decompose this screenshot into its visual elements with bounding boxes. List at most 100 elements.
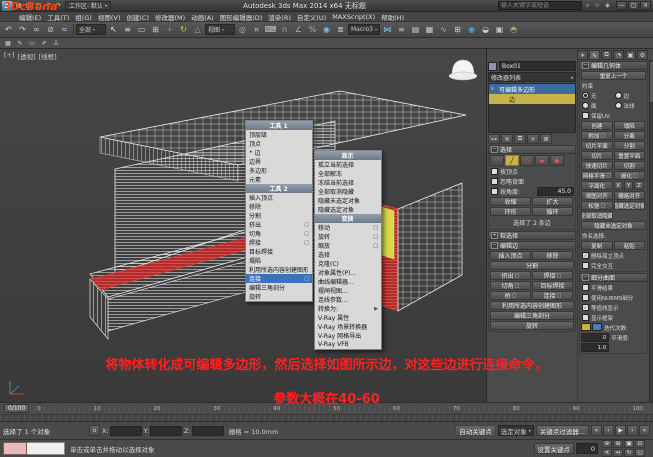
- mirror-icon[interactable]: ⋈: [381, 23, 394, 36]
- quad-menu-item[interactable]: 对象属性(P)...: [315, 268, 381, 277]
- modifier-stack-row[interactable]: ▾ 可编辑多边形: [489, 84, 575, 94]
- edit-geometry-control[interactable]: 重复上一个: [581, 71, 646, 80]
- menu-item[interactable]: 动画(A): [188, 12, 217, 22]
- angle-snap-icon[interactable]: ∠: [292, 23, 305, 36]
- new-scene-icon[interactable]: ▦: [14, 1, 23, 10]
- subdivision-control[interactable]: 使用NURMS细分: [581, 293, 646, 302]
- rollout-header[interactable]: − 细分曲面: [579, 273, 648, 282]
- window-crossing-icon[interactable]: ⊞: [149, 23, 162, 36]
- zoom-all-icon[interactable]: ⊞: [613, 440, 623, 448]
- edit-geometry-control[interactable]: 快速切片: [581, 161, 613, 170]
- edit-edges-button[interactable]: 切角: [490, 281, 531, 290]
- edit-edges-button[interactable]: 旋转: [490, 321, 574, 330]
- edit-geometry-control[interactable]: 无: [581, 91, 613, 100]
- edit-geometry-control[interactable]: 附加: [581, 131, 613, 140]
- y-coordinate-field[interactable]: [150, 426, 182, 436]
- utilities-tab[interactable]: ⚙: [637, 50, 648, 60]
- expand-icon[interactable]: ▾: [491, 86, 497, 92]
- selection-lock-icon[interactable]: ▫: [89, 425, 100, 436]
- maxscript-mini-listener[interactable]: [3, 442, 65, 455]
- workspace-dropdown[interactable]: 工作区: 默认 ▾: [65, 1, 111, 10]
- open-file-icon[interactable]: ◰: [24, 1, 33, 10]
- modifier-list-dropdown[interactable]: 修改器列表 ▾: [488, 72, 576, 82]
- listener-script-pane[interactable]: [27, 442, 65, 455]
- render-setup-icon[interactable]: ◒: [479, 23, 492, 36]
- play-button[interactable]: ▶: [615, 425, 626, 436]
- render-production-icon[interactable]: ◓: [507, 23, 520, 36]
- edit-geometry-control[interactable]: 视图对齐: [581, 191, 613, 200]
- edit-edges-button[interactable]: 插入顶点: [490, 251, 531, 260]
- edit-geometry-control[interactable]: 切片: [581, 151, 613, 160]
- quad-menu-item[interactable]: V-Ray VFB: [315, 340, 381, 349]
- show-end-result-icon[interactable]: ≋: [501, 134, 513, 144]
- quad-menu-item[interactable]: 分割: [246, 211, 312, 220]
- rectangular-selection-region-icon[interactable]: ▭: [135, 23, 148, 36]
- selection-option[interactable]: 按顶点: [490, 167, 574, 176]
- quad-menu-item[interactable]: 利用所选内容创建图形: [246, 265, 312, 274]
- edit-geometry-control[interactable]: 约束: [581, 81, 646, 90]
- edit-geometry-control[interactable]: Z: [634, 181, 643, 190]
- pin-stack-icon[interactable]: ⊶: [488, 134, 500, 144]
- next-frame-button[interactable]: ›: [627, 425, 638, 436]
- menu-item[interactable]: 自定义(U): [294, 12, 329, 22]
- keyboard-shortcut-override-icon[interactable]: ⌨: [264, 23, 277, 36]
- search-input[interactable]: [498, 1, 582, 10]
- zoom-icon[interactable]: ⊕: [602, 440, 612, 448]
- previous-frame-button[interactable]: ‹: [603, 425, 614, 436]
- communication-center-icon[interactable]: ◈: [603, 1, 612, 10]
- make-unique-icon[interactable]: ⧉: [514, 134, 526, 144]
- quad-menu-item[interactable]: 全部解冻: [315, 169, 381, 178]
- menu-item[interactable]: 图形编辑器(D): [217, 12, 266, 22]
- quad-menu-item[interactable]: 工具 2: [246, 184, 312, 193]
- subdivision-control[interactable]: [592, 323, 602, 331]
- favorites-icon[interactable]: ☆: [593, 1, 602, 10]
- orbit-icon[interactable]: ↻: [624, 449, 634, 457]
- search-icon[interactable]: ⌕: [583, 1, 592, 10]
- subdivision-control[interactable]: 等值线显示: [581, 303, 646, 312]
- edit-geometry-control[interactable]: 分割: [614, 141, 646, 150]
- vertex-subobject-icon[interactable]: ∵: [490, 155, 504, 166]
- minimize-button[interactable]: —: [616, 1, 627, 10]
- quad-menu-item[interactable]: 连接 □: [246, 274, 312, 283]
- ribbon-toggle-icon[interactable]: ▦: [423, 23, 436, 36]
- edit-geometry-control[interactable]: 切割: [614, 161, 646, 170]
- edit-geometry-control[interactable]: 平面化: [581, 181, 613, 190]
- application-menu-button[interactable]: 3: [2, 1, 12, 11]
- save-file-icon[interactable]: ◳: [34, 1, 43, 10]
- quad-menu-item[interactable]: 移除: [246, 202, 312, 211]
- select-object-icon[interactable]: ↖: [107, 23, 120, 36]
- selection-option[interactable]: 忽略背面: [490, 177, 574, 186]
- edit-geometry-control[interactable]: 命名选择:: [581, 231, 646, 240]
- menu-item[interactable]: 帮助(H): [378, 12, 407, 22]
- edit-edges-button[interactable]: 利用所选内容创建图形: [490, 301, 574, 310]
- selection-option[interactable]: 45.0: [537, 187, 574, 196]
- edit-geometry-control[interactable]: 粘贴: [614, 241, 646, 250]
- ribbon-freeform-icon[interactable]: ✎: [15, 39, 25, 48]
- select-and-link-icon[interactable]: ∞: [30, 23, 43, 36]
- collapse-icon[interactable]: −: [582, 274, 589, 281]
- quad-menu-item[interactable]: 曲线编辑器...: [315, 277, 381, 286]
- quad-menu-item[interactable]: V-Ray 网格导出: [315, 331, 381, 340]
- pan-icon[interactable]: ↔: [613, 449, 623, 457]
- go-to-end-button[interactable]: »: [639, 425, 650, 436]
- quad-menu-item[interactable]: 目标焊接: [246, 247, 312, 256]
- rollout-header[interactable]: − 编辑几何体: [579, 61, 648, 70]
- remove-modifier-icon[interactable]: ×: [527, 134, 539, 144]
- menu-item[interactable]: 编辑(E): [16, 12, 44, 22]
- quad-menu-item[interactable]: 变换: [315, 214, 381, 223]
- ribbon-object-paint-icon[interactable]: ✐: [39, 39, 49, 48]
- edit-geometry-control[interactable]: 松弛: [581, 201, 613, 210]
- menu-item[interactable]: 视图(V): [95, 12, 124, 22]
- subdivision-control[interactable]: 平滑度:: [610, 333, 646, 342]
- quad-menu-item[interactable]: 插入顶点: [246, 193, 312, 202]
- edit-named-selection-sets-icon[interactable]: ≣: [334, 23, 347, 36]
- quad-menu-item[interactable]: 旋转: [246, 292, 312, 301]
- subdivision-control[interactable]: 0: [581, 333, 609, 342]
- rollout-header[interactable]: − 选择: [488, 145, 576, 154]
- quad-menu-item[interactable]: V-Ray 场景转换器: [315, 322, 381, 331]
- settings-box-icon[interactable]: □: [304, 231, 309, 237]
- go-to-start-button[interactable]: «: [591, 425, 602, 436]
- motion-tab[interactable]: ◔: [613, 50, 624, 60]
- material-editor-icon[interactable]: ◉: [465, 23, 478, 36]
- rollout-header[interactable]: − 编辑边: [488, 241, 576, 250]
